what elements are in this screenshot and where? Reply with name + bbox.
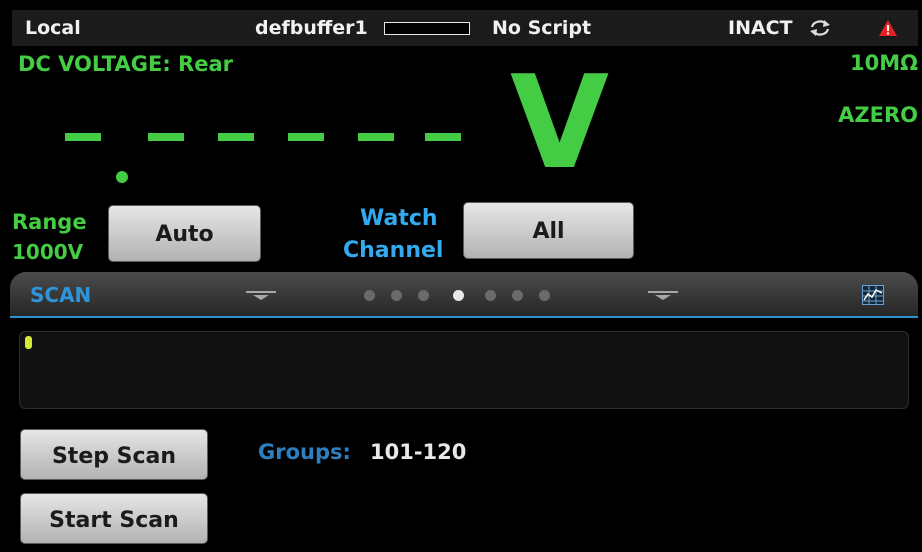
- scan-swipe-header[interactable]: [10, 272, 918, 316]
- divider: [10, 316, 918, 318]
- watch-channel-label: Channel: [343, 238, 444, 263]
- page-dot[interactable]: [512, 290, 523, 301]
- page-dot-active[interactable]: [453, 290, 464, 301]
- reading-digit: [358, 133, 394, 141]
- range-label: Range: [12, 210, 87, 234]
- swipe-handle-icon[interactable]: [246, 291, 276, 300]
- watch-channel-button[interactable]: All: [463, 202, 634, 259]
- input-impedance-label[interactable]: 10MΩ: [850, 51, 918, 75]
- groups-label: Groups:: [258, 440, 351, 464]
- status-bar: Local defbuffer1 No Script INACT: [12, 10, 918, 46]
- page-dot[interactable]: [364, 290, 375, 301]
- autozero-indicator: AZERO: [838, 103, 918, 127]
- decimal-point: [116, 171, 128, 183]
- local-remote-status[interactable]: Local: [25, 10, 81, 46]
- page-dot[interactable]: [418, 290, 429, 301]
- reading-digit: [148, 133, 184, 141]
- buffer-fill-gauge[interactable]: [384, 22, 470, 35]
- scan-grid-icon[interactable]: [862, 285, 884, 305]
- scan-channel-area[interactable]: [19, 331, 909, 409]
- page-dot[interactable]: [485, 290, 496, 301]
- page-dot[interactable]: [539, 290, 550, 301]
- swipe-handle-icon[interactable]: [648, 291, 678, 300]
- reading-digit: [425, 133, 461, 141]
- refresh-icon[interactable]: [808, 18, 832, 38]
- warning-icon[interactable]: [878, 19, 898, 37]
- script-status[interactable]: No Script: [492, 10, 591, 46]
- measure-function-label[interactable]: DC VOLTAGE: Rear: [18, 52, 233, 76]
- reading-digit: [218, 133, 254, 141]
- range-auto-button[interactable]: Auto: [108, 205, 261, 262]
- channel-marker: [25, 336, 32, 349]
- reading-digit: [288, 133, 324, 141]
- range-value: 1000V: [12, 240, 84, 264]
- watch-channel-label: Watch: [360, 206, 438, 231]
- trigger-state[interactable]: INACT: [728, 10, 793, 46]
- page-dot[interactable]: [391, 290, 402, 301]
- step-scan-button[interactable]: Step Scan: [20, 429, 208, 480]
- scan-panel-title: SCAN: [30, 283, 92, 307]
- reading-unit: V: [510, 49, 610, 198]
- buffer-name[interactable]: defbuffer1: [255, 10, 368, 46]
- reading-digit: [65, 133, 101, 141]
- groups-value: 101-120: [370, 440, 467, 464]
- start-scan-button[interactable]: Start Scan: [20, 493, 208, 544]
